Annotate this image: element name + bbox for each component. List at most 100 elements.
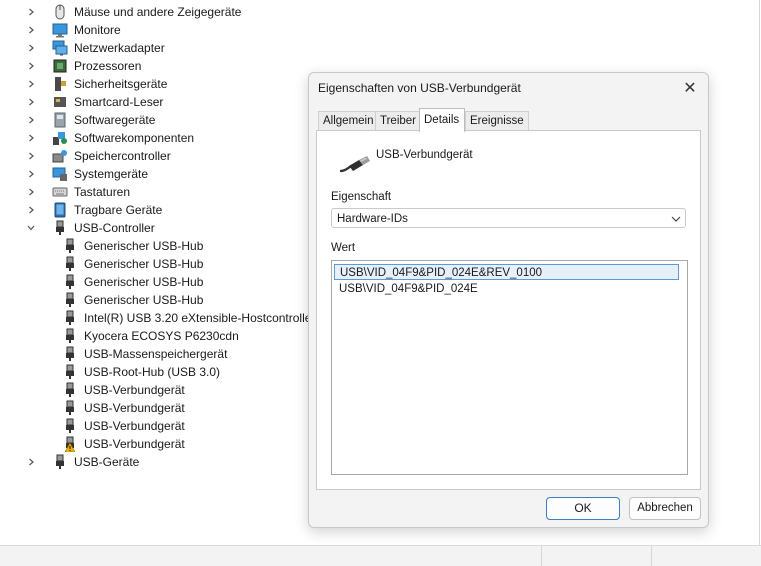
chevron-right-icon[interactable] [24, 39, 38, 57]
tab-treiber[interactable]: Treiber [375, 111, 420, 131]
tree-item-label: Sicherheitsgeräte [74, 77, 168, 91]
tree-item-label: Monitore [74, 23, 121, 37]
tree-item[interactable]: Generischer USB-Hub [62, 291, 203, 309]
tree-item-label: Intel(R) USB 3.20 eXtensible-Hostcontrol… [84, 311, 316, 325]
property-dropdown[interactable]: Hardware-IDs [331, 208, 686, 228]
ok-button[interactable]: OK [546, 497, 620, 520]
tree-item-label: USB-Root-Hub (USB 3.0) [84, 365, 221, 379]
close-icon[interactable]: ✕ [680, 78, 700, 98]
chevron-right-icon[interactable] [24, 75, 38, 93]
device-name: USB-Verbundgerät [376, 149, 473, 161]
tree-item[interactable]: USB-Controller [24, 219, 155, 237]
usb-plug-icon [62, 400, 78, 416]
tab-details[interactable]: Details [419, 108, 465, 132]
tree-item[interactable]: USB-Geräte [24, 453, 139, 471]
tree-item[interactable]: Softwaregeräte [24, 111, 155, 129]
tree-item-label: USB-Controller [74, 221, 155, 235]
chevron-right-icon[interactable] [24, 201, 38, 219]
tree-item[interactable]: USB-Verbundgerät [62, 435, 185, 453]
smartcard-reader-icon [52, 94, 68, 110]
software-device-icon [52, 112, 68, 128]
usb-plug-icon [62, 292, 78, 308]
tree-item[interactable]: USB-Root-Hub (USB 3.0) [62, 363, 220, 381]
tree-item[interactable]: Netzwerkadapter [24, 39, 165, 57]
tree-item[interactable]: USB-Verbundgerät [62, 381, 185, 399]
chevron-right-icon[interactable] [24, 183, 38, 201]
tree-item[interactable]: Kyocera ECOSYS P6230cdn [62, 327, 239, 345]
tree-item-label: Generischer USB-Hub [84, 275, 204, 289]
mouse-icon [52, 4, 68, 20]
tree-item-label: Speichercontroller [74, 149, 171, 163]
usb-plug-icon [62, 310, 78, 326]
tree-item[interactable]: Monitore [24, 21, 121, 39]
tree-item-label: USB-Verbundgerät [84, 437, 185, 451]
tree-scroll-edge [759, 0, 760, 545]
tree-item[interactable]: Smartcard-Leser [24, 93, 163, 111]
software-component-icon [52, 130, 68, 146]
chevron-right-icon[interactable] [24, 129, 38, 147]
usb-plug-icon [62, 256, 78, 272]
tab-allgemein[interactable]: Allgemein [318, 111, 376, 131]
details-panel: USB-Verbundgerät Eigenschaft Hardware-ID… [316, 130, 701, 490]
security-device-icon [52, 76, 68, 92]
usb-plug-icon [62, 238, 78, 254]
tree-item[interactable]: USB-Verbundgerät [62, 417, 185, 435]
status-divider [541, 546, 542, 566]
usb-plug-icon [62, 274, 78, 290]
tree-item-label: Softwarekomponenten [74, 131, 195, 145]
tree-item[interactable]: Speichercontroller [24, 147, 171, 165]
tree-item[interactable]: Prozessoren [24, 57, 141, 75]
system-device-icon [52, 166, 68, 182]
tree-item[interactable]: Systemgeräte [24, 165, 148, 183]
usb-plug-icon [52, 454, 68, 470]
usb-plug-icon [62, 418, 78, 434]
chevron-down-icon[interactable] [24, 219, 38, 237]
tree-item-label: USB-Verbundgerät [84, 419, 185, 433]
property-label: Eigenschaft [331, 191, 392, 203]
tree-item-label: Generischer USB-Hub [84, 257, 204, 271]
usb-plug-icon [62, 382, 78, 398]
tree-item[interactable]: Intel(R) USB 3.20 eXtensible-Hostcontrol… [62, 309, 315, 327]
chevron-right-icon[interactable] [24, 111, 38, 129]
chevron-right-icon[interactable] [24, 21, 38, 39]
cancel-button[interactable]: Abbrechen [629, 497, 701, 520]
chevron-right-icon[interactable] [24, 3, 38, 21]
usb-plug-icon [62, 364, 78, 380]
tree-item[interactable]: Tastaturen [24, 183, 130, 201]
chevron-right-icon[interactable] [24, 453, 38, 471]
tree-item-label: Softwaregeräte [74, 113, 156, 127]
tree-item[interactable]: Generischer USB-Hub [62, 273, 203, 291]
status-bar [0, 545, 761, 566]
chevron-right-icon[interactable] [24, 93, 38, 111]
keyboard-icon [52, 184, 68, 200]
chevron-right-icon[interactable] [24, 57, 38, 75]
tree-item-label: Tastaturen [74, 185, 131, 199]
tree-item-label: USB-Geräte [74, 455, 140, 469]
tree-item[interactable]: Sicherheitsgeräte [24, 75, 167, 93]
tree-item[interactable]: Tragbare Geräte [24, 201, 162, 219]
chevron-right-icon[interactable] [24, 165, 38, 183]
properties-dialog: Eigenschaften von USB-Verbundgerät ✕ All… [308, 72, 709, 528]
dialog-title: Eigenschaften von USB-Verbundgerät [318, 81, 521, 95]
tab-ereignisse[interactable]: Ereignisse [465, 111, 529, 131]
status-divider [651, 546, 652, 566]
portable-device-icon [52, 202, 68, 218]
monitor-icon [52, 22, 68, 38]
tree-item-label: Systemgeräte [74, 167, 149, 181]
storage-controller-icon [52, 148, 68, 164]
chevron-right-icon[interactable] [24, 147, 38, 165]
tree-item[interactable]: USB-Massenspeichergerät [62, 345, 227, 363]
value-item[interactable]: USB\VID_04F9&PID_024E&REV_0100 [334, 264, 679, 280]
tree-item[interactable]: USB-Verbundgerät [62, 399, 185, 417]
usb-cable-icon [339, 153, 371, 175]
value-item[interactable]: USB\VID_04F9&PID_024E [334, 281, 679, 297]
property-value: Hardware-IDs [337, 213, 408, 225]
value-list[interactable]: USB\VID_04F9&PID_024E&REV_0100 USB\VID_0… [331, 260, 688, 475]
network-adapter-icon [52, 40, 68, 56]
tree-item[interactable]: Softwarekomponenten [24, 129, 194, 147]
tree-item[interactable]: Mäuse und andere Zeigegeräte [24, 3, 241, 21]
value-label: Wert [331, 242, 356, 254]
tree-item-label: Prozessoren [74, 59, 142, 73]
tree-item[interactable]: Generischer USB-Hub [62, 255, 203, 273]
tree-item[interactable]: Generischer USB-Hub [62, 237, 203, 255]
